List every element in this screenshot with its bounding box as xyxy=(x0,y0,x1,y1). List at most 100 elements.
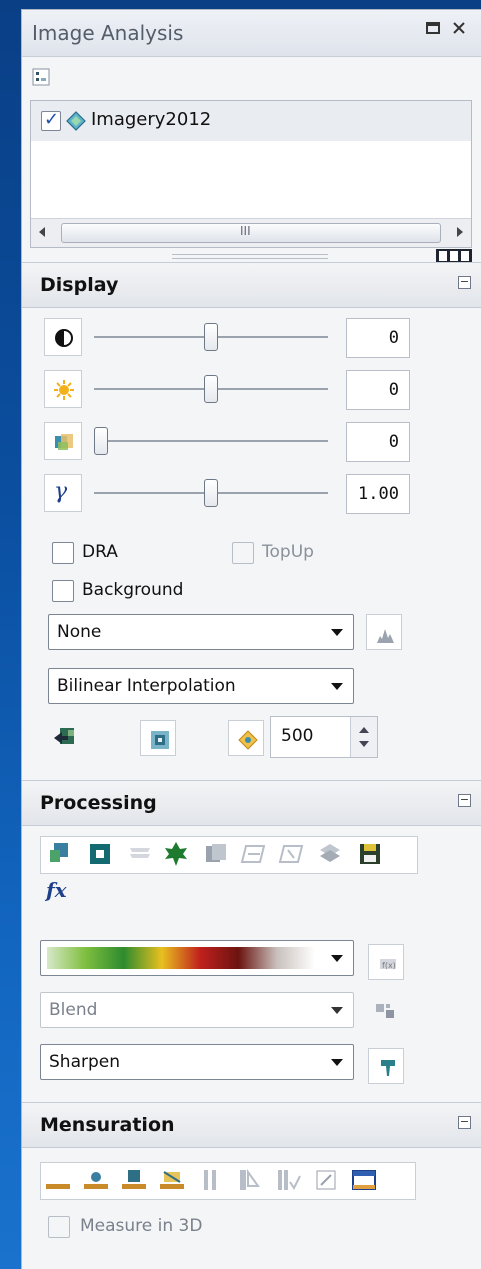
window-title: Image Analysis xyxy=(32,21,184,45)
layer-list-scrollbar[interactable]: III xyxy=(31,218,471,247)
chevron-down-icon xyxy=(331,1007,343,1014)
measure-point-icon[interactable] xyxy=(82,1166,110,1194)
pan-sharpen-icon[interactable] xyxy=(278,840,306,868)
dra-label: DRA xyxy=(82,542,118,562)
collapse-icon[interactable]: − xyxy=(458,1116,471,1129)
close-icon[interactable] xyxy=(448,20,470,41)
gamma-slider[interactable] xyxy=(94,474,328,512)
slider-handle[interactable] xyxy=(94,427,108,455)
topup-label: TopUp xyxy=(262,542,314,562)
blend-value: Blend xyxy=(49,1000,98,1020)
layer-visibility-checkbox[interactable] xyxy=(41,109,61,131)
chevron-down-icon xyxy=(331,955,343,962)
histogram-icon[interactable] xyxy=(366,614,402,650)
swipe-layer-icon[interactable] xyxy=(52,724,80,752)
chevron-down-icon xyxy=(331,629,343,636)
display-section-header[interactable]: Display − xyxy=(22,262,481,308)
save-icon[interactable] xyxy=(356,840,384,868)
chevron-down-icon xyxy=(331,683,343,690)
contrast-value[interactable]: 0 xyxy=(346,318,410,358)
slider-handle[interactable] xyxy=(204,375,218,403)
measure-centroid-icon[interactable] xyxy=(274,1166,302,1194)
scrollbar-grip: III xyxy=(240,224,251,238)
processing-title: Processing xyxy=(40,792,157,814)
brightness-icon[interactable] xyxy=(44,370,82,408)
fx-label: fx xyxy=(46,878,67,902)
mensuration-title: Mensuration xyxy=(40,1114,175,1136)
stretch-type-value: None xyxy=(57,622,102,642)
transparency-icon[interactable] xyxy=(44,422,82,460)
window-titlebar[interactable]: Image Analysis xyxy=(22,10,481,57)
svg-text:f(x): f(x) xyxy=(382,961,396,970)
layer-name: Imagery2012 xyxy=(91,109,212,130)
slider-handle[interactable] xyxy=(204,323,218,351)
measure-in-3d-checkbox[interactable] xyxy=(48,1216,70,1238)
display-title: Display xyxy=(40,274,119,296)
ndvi-icon[interactable] xyxy=(162,840,190,868)
collapse-icon[interactable]: − xyxy=(458,794,471,807)
sharpen-select[interactable]: Sharpen xyxy=(40,1044,354,1080)
panel-splitter[interactable] xyxy=(172,254,328,259)
gamma-value[interactable]: 1.00 xyxy=(346,474,410,514)
contrast-icon[interactable] xyxy=(44,318,82,356)
scroll-left-arrow-icon[interactable] xyxy=(39,227,45,237)
colormap-select[interactable] xyxy=(40,940,354,976)
measure-in-3d-label: Measure in 3D xyxy=(80,1216,203,1236)
function-fx-icon[interactable]: fx xyxy=(46,878,74,906)
add-function-icon[interactable] xyxy=(46,840,74,868)
topup-checkbox[interactable] xyxy=(232,542,254,564)
raster-layer-icon xyxy=(65,110,87,132)
layer-row[interactable]: Imagery2012 xyxy=(31,101,471,141)
spin-up-icon[interactable] xyxy=(359,727,369,733)
scroll-right-arrow-icon[interactable] xyxy=(457,227,463,237)
measure-area-icon[interactable] xyxy=(158,1166,186,1194)
measure-height-icon[interactable] xyxy=(120,1166,148,1194)
clip-icon[interactable] xyxy=(86,840,114,868)
measure-shadow-icon[interactable] xyxy=(198,1166,226,1194)
mensuration-section-header[interactable]: Mensuration − xyxy=(22,1102,481,1148)
gamma-glyph: γ xyxy=(54,479,68,504)
slider-handle[interactable] xyxy=(204,479,218,507)
blend-select[interactable]: Blend xyxy=(40,992,354,1028)
brightness-slider[interactable] xyxy=(94,370,328,408)
brightness-value[interactable]: 0 xyxy=(346,370,410,410)
background-checkbox[interactable] xyxy=(52,580,74,602)
image-analysis-panel: Image Analysis Imagery2012 xyxy=(22,10,481,1269)
transparency-slider[interactable] xyxy=(94,422,328,460)
chevron-down-icon xyxy=(331,1059,343,1066)
processing-section-header[interactable]: Processing − xyxy=(22,780,481,826)
scale-value: 500 xyxy=(281,726,314,746)
mask-icon[interactable] xyxy=(126,840,154,868)
dra-checkbox[interactable] xyxy=(52,542,74,564)
scrollbar-thumb[interactable]: III xyxy=(61,223,441,243)
shaded-relief-icon[interactable] xyxy=(316,840,344,868)
apply-filter-icon[interactable] xyxy=(368,1048,404,1084)
measure-top-to-shadow-icon[interactable] xyxy=(236,1166,264,1194)
background-label: Background xyxy=(82,580,184,600)
layer-list[interactable]: Imagery2012 III xyxy=(30,100,472,248)
resampling-value: Bilinear Interpolation xyxy=(57,676,236,696)
colormap-icon[interactable]: f(x) xyxy=(368,944,404,980)
scale-spinner[interactable]: 500 xyxy=(270,716,378,758)
resampling-select[interactable]: Bilinear Interpolation xyxy=(48,668,354,704)
blend-options-icon[interactable] xyxy=(372,996,400,1024)
hillshade-icon[interactable] xyxy=(202,840,230,868)
zoom-to-raster-resolution-icon[interactable] xyxy=(140,720,176,756)
layer-options-icon[interactable] xyxy=(32,68,50,86)
spin-down-icon[interactable] xyxy=(359,741,369,747)
collapse-icon[interactable]: − xyxy=(458,276,471,289)
colormap-ramp xyxy=(47,947,315,969)
stretch-type-select[interactable]: None xyxy=(48,614,354,650)
display-resolution-icon[interactable] xyxy=(228,720,264,756)
spinner-buttons[interactable] xyxy=(350,717,377,757)
restore-window-icon[interactable] xyxy=(422,20,444,41)
slider-track xyxy=(94,440,328,442)
clear-measurements-icon[interactable] xyxy=(312,1166,340,1194)
contrast-slider[interactable] xyxy=(94,318,328,356)
measurement-results-icon[interactable] xyxy=(350,1166,378,1194)
measure-distance-icon[interactable] xyxy=(44,1166,72,1194)
transparency-value[interactable]: 0 xyxy=(346,422,410,462)
gamma-icon[interactable]: γ xyxy=(44,474,82,512)
orthorectify-icon[interactable] xyxy=(240,840,268,868)
sharpen-value: Sharpen xyxy=(49,1052,120,1072)
